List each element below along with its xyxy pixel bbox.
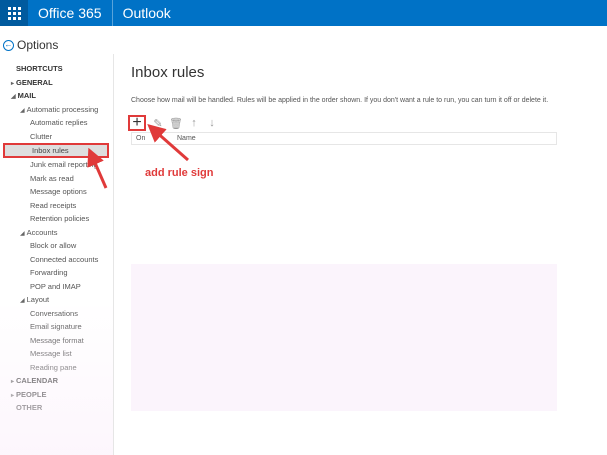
nav-divider bbox=[113, 54, 114, 455]
nav-item-label: GENERAL bbox=[16, 77, 53, 87]
nav-item-conversations[interactable]: Conversations bbox=[0, 307, 112, 321]
nav-item-label: Layout bbox=[26, 295, 50, 304]
caret-right-icon: ▸ bbox=[11, 392, 15, 399]
caret-down-icon: ◢ bbox=[11, 94, 16, 100]
nav-item-junk-email-reporting[interactable]: Junk email reporting bbox=[0, 158, 112, 172]
back-arrow-icon: ← bbox=[3, 39, 14, 51]
nav-item-mark-as-read[interactable]: Mark as read bbox=[0, 172, 112, 186]
nav-item-label: MAIL bbox=[17, 91, 36, 100]
caret-down-icon: ◢ bbox=[20, 298, 25, 304]
nav-item-layout[interactable]: ◢ Layout bbox=[0, 293, 112, 307]
nav-item-mail[interactable]: ◢ MAIL bbox=[0, 89, 112, 103]
nav-item-shortcuts[interactable]: SHORTCUTS bbox=[0, 62, 112, 76]
nav-item-general[interactable]: ▸ GENERAL bbox=[0, 76, 112, 90]
nav-item-calendar[interactable]: ▸ CALENDAR bbox=[0, 374, 112, 388]
nav-item-inbox-rules[interactable]: Inbox rules bbox=[3, 143, 109, 158]
waffle-icon bbox=[7, 6, 21, 20]
suite-header: Office 365 Outlook bbox=[0, 0, 607, 26]
options-back-link[interactable]: ← Options bbox=[3, 38, 58, 52]
nav-item-block-or-allow[interactable]: Block or allow bbox=[0, 239, 112, 253]
nav-item-read-receipts[interactable]: Read receipts bbox=[0, 199, 112, 213]
rules-table-header: On Name bbox=[131, 132, 557, 145]
page-title: Inbox rules bbox=[131, 64, 205, 81]
office365-brand[interactable]: Office 365 bbox=[28, 0, 112, 26]
caret-down-icon: ◢ bbox=[20, 107, 25, 114]
nav-item-automatic-processing[interactable]: ◢ Automatic processing bbox=[0, 103, 112, 117]
nav-item-message-options[interactable]: Message options bbox=[0, 185, 112, 199]
column-name[interactable]: Name bbox=[175, 135, 196, 142]
nav-item-label: PEOPLE bbox=[16, 389, 47, 399]
nav-item-connected-accounts[interactable]: Connected accounts bbox=[0, 253, 112, 267]
nav-item-message-list[interactable]: Message list bbox=[0, 347, 112, 361]
caret-down-icon: ◢ bbox=[20, 230, 25, 237]
app-launcher-button[interactable] bbox=[0, 0, 28, 26]
nav-item-accounts[interactable]: ◢ Accounts bbox=[0, 226, 112, 240]
rule-detail-panel bbox=[131, 264, 557, 411]
nav-item-reading-pane[interactable]: Reading pane bbox=[0, 361, 112, 375]
caret-right-icon: ▸ bbox=[11, 80, 15, 87]
nav-item-pop-and-imap[interactable]: POP and IMAP bbox=[0, 280, 112, 294]
column-on[interactable]: On bbox=[132, 135, 175, 142]
add-rule-button[interactable]: + bbox=[128, 115, 146, 131]
options-nav: SHORTCUTS ▸ GENERAL ◢ MAIL ◢ Automatic proc… bbox=[0, 62, 112, 415]
nav-item-retention-policies[interactable]: Retention policies bbox=[0, 212, 112, 226]
nav-item-label: CALENDAR bbox=[16, 376, 59, 385]
nav-item-people[interactable]: ▸ PEOPLE bbox=[0, 388, 112, 402]
nav-item-clutter[interactable]: Clutter bbox=[0, 130, 112, 144]
app-name[interactable]: Outlook bbox=[113, 5, 171, 21]
options-title: Options bbox=[17, 38, 59, 52]
rules-toolbar: + ✎ 🗑 ↑ ↓ bbox=[128, 115, 218, 131]
page-description: Choose how mail will be handled. Rules w… bbox=[131, 97, 549, 104]
nav-item-label: Automatic processing bbox=[26, 104, 99, 114]
move-down-icon[interactable]: ↓ bbox=[206, 117, 218, 129]
delete-icon[interactable]: 🗑 bbox=[169, 117, 183, 130]
move-up-icon[interactable]: ↑ bbox=[188, 117, 200, 129]
nav-item-label: Accounts bbox=[26, 227, 58, 237]
annotation-label: add rule sign bbox=[145, 167, 214, 179]
caret-right-icon: ▸ bbox=[11, 379, 15, 385]
nav-item-email-signature[interactable]: Email signature bbox=[0, 320, 112, 334]
nav-item-message-format[interactable]: Message format bbox=[0, 334, 112, 348]
nav-item-other[interactable]: OTHER bbox=[0, 401, 112, 415]
nav-item-automatic-replies[interactable]: Automatic replies bbox=[0, 116, 112, 130]
nav-item-forwarding[interactable]: Forwarding bbox=[0, 266, 112, 280]
edit-icon[interactable]: ✎ bbox=[152, 117, 164, 130]
